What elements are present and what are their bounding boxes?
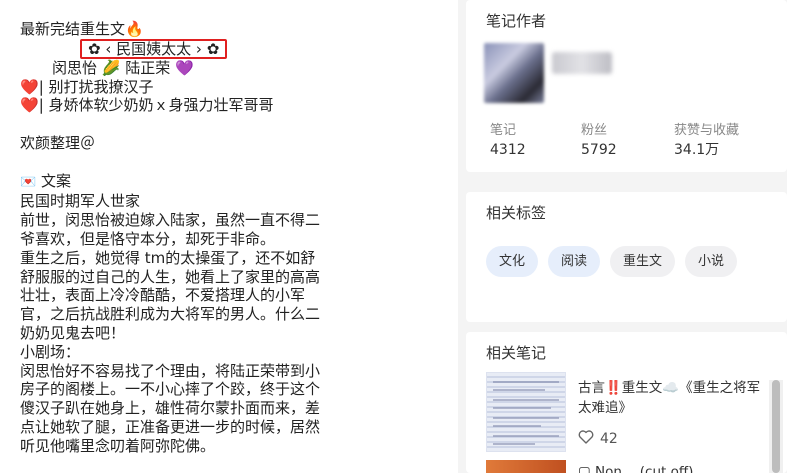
body-line: 前世，闵思怡被迫嫁入陆家，虽然一直不得二 (20, 211, 321, 230)
tag-line-2: ❤️| 身娇体软少奶奶ｘ身强力壮军哥哥 (20, 96, 458, 115)
related-note-thumbnail[interactable] (486, 460, 566, 473)
related-note-item[interactable]: ▢ Non… (cut off) (486, 460, 766, 473)
related-tags-card: 相关标签 文化 阅读 重生文 小说 (466, 192, 787, 322)
scrollbar-thumb[interactable] (772, 380, 780, 473)
related-note-title[interactable]: 古言‼️重生文☁️《重生之将军太难追》 (578, 378, 768, 418)
stat-followers: 粉丝 5792 (558, 122, 650, 160)
related-card-title: 相关笔记 (486, 344, 547, 362)
heart-outline-icon[interactable] (578, 430, 594, 448)
tag-list: 文化 阅读 重生文 小说 (486, 246, 738, 277)
scrollbar[interactable] (769, 380, 783, 473)
stat-value: 5792 (581, 142, 617, 158)
like-count[interactable]: 42 (578, 430, 618, 448)
stat-notes: 笔记 4312 (466, 122, 558, 160)
body-line: 傻汉子趴在她身上，雄性荷尔蒙扑面而来，差 (20, 399, 321, 418)
author-name[interactable] (552, 52, 612, 74)
body-line: 小剧场： (20, 342, 81, 361)
tag-reading[interactable]: 阅读 (548, 246, 601, 277)
tags-card-title: 相关标签 (486, 204, 547, 222)
character-names: 闵思怡 🌽 陆正荣 💜 (20, 59, 458, 78)
note-content: 最新完结重生文🔥 ✿ ‹ 民国姨太太 › ✿ 闵思怡 🌽 陆正荣 💜 ❤️| 别… (0, 0, 458, 473)
author-card-title: 笔记作者 (486, 12, 547, 30)
body-line: 民国时期军人世家 (20, 192, 141, 211)
body-line: 听见他嘴里念叨着阿弥陀佛。 (20, 436, 216, 455)
section-label: 文案 (40, 171, 71, 190)
book-title-row: ✿ ‹ 民国姨太太 › ✿ (20, 38, 458, 59)
red-heart-icon: ❤️ (20, 77, 39, 96)
red-heart-icon: ❤️ (20, 96, 39, 115)
body-line: 重生之后，她觉得 tm的太操蛋了，还不如舒 (20, 248, 316, 267)
body-line: 爷喜欢，但是恪守本分，却死于非命。 (20, 229, 276, 248)
stat-likes-collects: 获赞与收藏 34.1万 (650, 122, 787, 160)
body-line: 官，之后抗战胜利成为大将军的男人。什么二 (20, 305, 321, 324)
character-name-1: 闵思怡 (52, 58, 98, 77)
tag-line-2-text: | 身娇体软少奶奶ｘ身强力壮军哥哥 (38, 96, 274, 115)
stat-label: 获赞与收藏 (674, 123, 740, 138)
stat-value: 4312 (490, 142, 526, 158)
envelope-icon: 💌 (20, 174, 37, 190)
body-line: 奶奶见鬼去吧！ (20, 323, 126, 342)
like-count-value: 42 (600, 431, 618, 447)
corn-icon: 🌽 (101, 58, 121, 77)
tag-rebirth-novel[interactable]: 重生文 (610, 246, 676, 277)
stat-label: 粉丝 (581, 123, 608, 138)
book-title: ‹ 民国姨太太 › (105, 39, 202, 58)
flower-icon: ✿ (88, 39, 101, 58)
purple-heart-icon: 💜 (175, 58, 194, 77)
book-title-highlight: ✿ ‹ 民国姨太太 › ✿ (80, 38, 228, 59)
stat-value: 34.1万 (674, 142, 720, 158)
body-line: 壮壮，表面上冷冷酷酷，不爱搭理人的小军 (20, 286, 306, 305)
fire-icon: 🔥 (125, 20, 144, 38)
body-line: 闵思怡好不容易找了个理由，将陆正荣带到小 (20, 361, 321, 380)
related-note-thumbnail[interactable] (486, 372, 566, 452)
tag-line-1: ❤️| 别打扰我撩汉子 (20, 78, 458, 97)
section-label-row: 💌 文案 (20, 172, 458, 193)
body-line: 点让她软了腿，正准备更进一步的时候，居然 (20, 417, 321, 436)
body-line: 房子的阁楼上。一不小心摔了个跤，终于这个 (20, 380, 321, 399)
body-line: 舒服服的过自己的人生，她看上了家里的高高 (20, 267, 321, 286)
author-card: 笔记作者 笔记 4312 粉丝 5792 获赞与收藏 34.1万 (466, 0, 787, 172)
related-note-item[interactable]: 古言‼️重生文☁️《重生之将军太难追》 42 (486, 372, 766, 452)
flower-icon: ✿ (206, 39, 220, 58)
author-stats: 笔记 4312 粉丝 5792 获赞与收藏 34.1万 (466, 122, 787, 160)
stat-label: 笔记 (490, 123, 517, 138)
related-notes-card: 相关笔记 古言‼️重生文☁️《重生之将军太难追》 42 ▢ Non… (cut … (466, 332, 787, 473)
tag-line-1-text: | 别打扰我撩汉子 (38, 77, 154, 96)
tag-novel[interactable]: 小说 (685, 246, 738, 277)
related-note-title[interactable]: ▢ Non… (cut off) (578, 464, 693, 473)
headline-text: 最新完结重生文 (20, 20, 126, 38)
avatar[interactable] (484, 43, 544, 103)
note-headline: 最新完结重生文🔥 (20, 20, 458, 39)
curator-line: 欢颜整理＠ (20, 133, 96, 152)
tag-culture[interactable]: 文化 (486, 246, 539, 277)
character-name-2: 陆正荣 (125, 58, 171, 77)
